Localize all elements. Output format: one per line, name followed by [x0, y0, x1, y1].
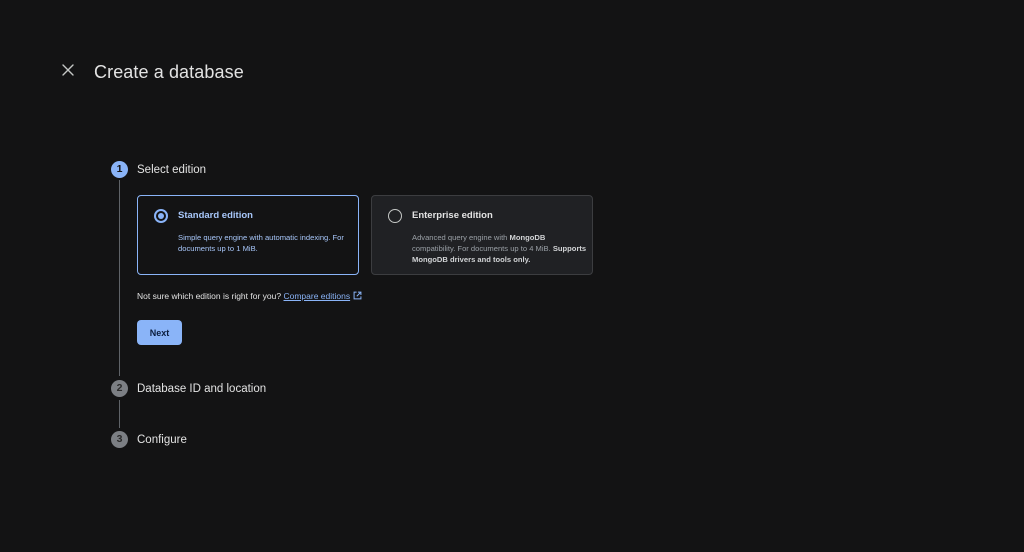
- standard-edition-card[interactable]: Standard edition Simple query engine wit…: [137, 195, 359, 275]
- standard-edition-title: Standard edition: [178, 210, 253, 221]
- close-icon: [62, 63, 74, 81]
- standard-edition-description: Simple query engine with automatic index…: [178, 233, 344, 253]
- close-button[interactable]: [58, 62, 78, 82]
- enterprise-edition-title: Enterprise edition: [412, 210, 493, 221]
- step-label-database-id-location: Database ID and location: [137, 383, 267, 395]
- step-label-configure: Configure: [137, 434, 187, 446]
- step-label-select-edition[interactable]: Select edition: [137, 163, 206, 177]
- step-number-3: 3: [111, 431, 128, 448]
- next-button[interactable]: Next: [137, 320, 182, 345]
- step-number-1: 1: [111, 161, 128, 178]
- edition-helper-text: Not sure which edition is right for you?…: [137, 291, 362, 303]
- enterprise-edition-card[interactable]: Enterprise edition Advanced query engine…: [371, 195, 593, 275]
- compare-editions-link[interactable]: Compare editions: [283, 291, 350, 301]
- page-title: Create a database: [94, 62, 244, 82]
- create-database-page: Create a database 1 Select edition Stand…: [0, 0, 1024, 552]
- enterprise-edition-radio[interactable]: [388, 209, 402, 223]
- step-number-2: 2: [111, 380, 128, 397]
- stepper-connector: [119, 180, 120, 376]
- open-in-new-icon: [353, 291, 362, 303]
- standard-edition-radio[interactable]: [154, 209, 168, 223]
- stepper-connector: [119, 400, 120, 428]
- enterprise-edition-description: Advanced query engine with MongoDB compa…: [412, 233, 587, 264]
